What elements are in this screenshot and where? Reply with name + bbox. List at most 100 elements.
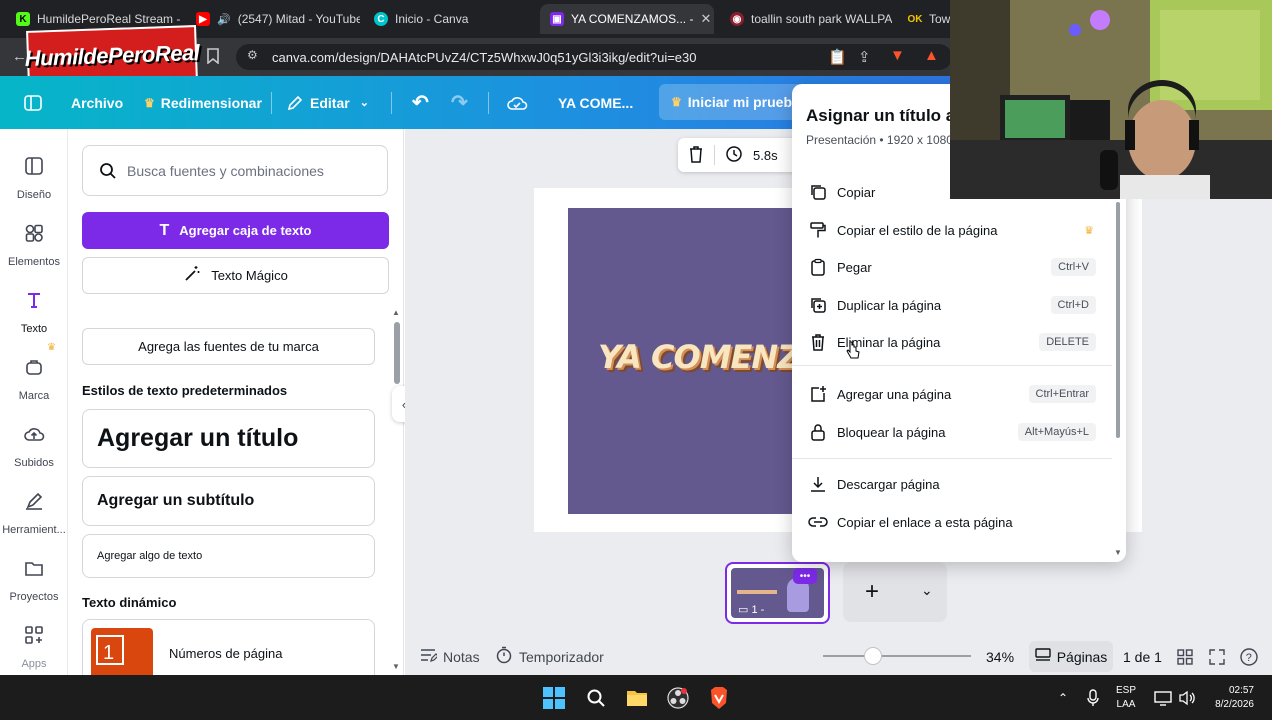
add-title-card[interactable]: Agregar un título [82,409,375,468]
clipboard-icon[interactable]: 📋 [828,48,847,66]
tab-southpark[interactable]: ◉ toallin south park WALLPA [720,6,892,32]
menu-scroll-down-arrow[interactable]: ▼ [1114,548,1122,557]
share-icon[interactable]: ⇪ [858,48,871,66]
scroll-up-arrow[interactable]: ▲ [392,308,400,317]
brave-browser-icon[interactable] [706,685,732,711]
stream-logo-text: HumildePeroReal [24,39,200,72]
menu-item-agregar-pagina[interactable]: Agregar una página Ctrl+Entrar [792,377,1112,411]
sidebar-toggle-icon[interactable] [24,76,42,129]
archivo-menu[interactable]: Archivo [71,76,123,129]
menu-scrollbar[interactable] [1116,202,1120,438]
editar-menu[interactable]: Editar ⌄ [286,76,369,129]
page-duration[interactable]: 5.8s [753,148,778,163]
crown-icon: ♛ [1084,224,1094,237]
link-icon [808,512,828,532]
cloud-upload-icon [17,417,51,451]
cloud-sync-icon[interactable] [506,76,528,129]
network-icon[interactable] [1150,685,1176,711]
brave-shields-icon[interactable]: ▼ [890,47,905,64]
start-trial-button[interactable]: ♛ Iniciar mi prueb. [659,84,809,120]
brand-fonts-button[interactable]: Agrega las fuentes de tu marca [82,328,375,365]
menu-item-eliminar[interactable]: Eliminar la página DELETE [792,325,1112,359]
menu-item-copiar-estilo[interactable]: Copiar el estilo de la página ♛ [792,213,1112,247]
help-icon[interactable]: ? [1240,638,1258,675]
add-body-card[interactable]: Agregar algo de texto [82,534,375,578]
rail-item-texto[interactable]: Texto [0,283,68,335]
menu-item-pegar[interactable]: Pegar Ctrl+V [792,250,1112,284]
rail-label: Herramient... [2,524,66,536]
search-icon[interactable] [583,685,609,711]
windows-taskbar: ⌃ ESP LAA 02:57 8/2/2026 [0,675,1272,720]
tools-icon [17,484,51,518]
rail-label: Texto [20,323,48,335]
undo-icon[interactable]: ↶ [412,76,429,129]
tab-canva-home[interactable]: C Inicio - Canva [364,6,536,32]
timer-icon[interactable] [725,145,743,166]
plus-icon[interactable]: + [865,578,879,606]
chevron-up-icon[interactable]: ⌃ [1050,685,1076,711]
design-title[interactable]: YA COME... [558,76,633,129]
windows-start-icon[interactable] [541,685,567,711]
grid-view-icon[interactable] [1177,638,1193,675]
rail-item-marca[interactable]: ♛ Marca [0,342,68,402]
shapes-icon [17,216,51,250]
zoom-slider-track[interactable] [823,655,971,657]
obs-icon[interactable] [665,685,691,711]
rail-item-subidos[interactable]: Subidos [0,417,68,469]
close-tab-icon[interactable]: ✕ [700,11,711,27]
rail-item-elementos[interactable]: Elementos [0,216,68,268]
file-explorer-icon[interactable] [624,685,650,711]
layout-icon [17,149,51,183]
redimensionar-button[interactable]: ♛ Redimensionar [144,76,262,129]
tab-tow[interactable]: OK Tow [898,6,958,32]
bookmark-icon[interactable] [207,48,219,68]
zoom-slider-handle[interactable] [864,647,882,665]
start-trial-label: Iniciar mi prueb. [687,94,796,110]
rail-item-proyectos[interactable]: Proyectos [0,551,68,603]
brave-rewards-icon[interactable]: ▲ [924,47,939,64]
timer-button[interactable]: Temporizador [495,638,604,675]
site-settings-icon[interactable]: ⚙ [247,48,258,62]
menu-item-label: Agregar una página [837,386,952,402]
search-icon [99,162,117,185]
rail-item-apps[interactable]: Apps [0,618,68,670]
chevron-down-icon[interactable]: ⌄ [921,582,933,599]
menu-item-bloquear[interactable]: Bloquear la página Alt+Mayús+L [792,415,1112,449]
volume-icon[interactable] [1174,685,1200,711]
menu-title[interactable]: Asignar un título a [806,106,955,126]
menu-divider [792,365,1112,366]
tab-youtube[interactable]: ▶ 🔊 (2547) Mitad - YouTube [186,6,360,32]
magic-text-button[interactable]: Texto Mágico [82,257,389,294]
tab-canva-design[interactable]: ▣ YA COMENZAMOS... - ✕ [540,4,714,34]
download-icon [808,474,828,494]
fullscreen-icon[interactable] [1209,638,1225,675]
notes-button[interactable]: Notas [419,638,480,675]
menu-item-duplicar[interactable]: Duplicar la página Ctrl+D [792,288,1112,322]
youtube-icon: ▶ [196,12,210,26]
rail-label: Proyectos [9,591,59,603]
ok-icon: OK [907,12,923,26]
rail-item-herramientas[interactable]: Herramient... [0,484,68,536]
add-text-box-button[interactable]: T Agregar caja de texto [82,212,389,249]
add-subtitle-card[interactable]: Agregar un subtítulo [82,476,375,526]
microphone-icon[interactable] [1080,685,1106,711]
scroll-down-arrow[interactable]: ▼ [392,662,400,671]
pages-button[interactable]: Páginas [1029,641,1113,672]
menu-item-descargar[interactable]: Descargar página [792,467,1112,501]
speaker-icon: 🔊 [217,13,231,26]
rail-item-diseno[interactable]: Diseño [0,149,68,201]
zoom-level[interactable]: 34% [986,638,1014,675]
trash-icon[interactable] [688,145,704,166]
system-clock[interactable]: 02:57 8/2/2026 [1200,684,1254,712]
menu-item-copiar-enlace[interactable]: Copiar el enlace a esta página [792,505,1112,539]
font-search-input[interactable]: Busca fuentes y combinaciones [82,145,388,196]
panel-scrollbar[interactable] [394,322,400,384]
page-numbers-card[interactable]: 1 Números de página [82,619,375,675]
page-more-options-button[interactable]: ••• [793,568,817,584]
menu-item-label: Pegar [837,259,872,275]
rail-label: Elementos [8,256,60,268]
thumbnail-page-number-text: 1 - [751,604,765,616]
language-indicator[interactable]: ESP LAA [1116,684,1136,712]
clock-time: 02:57 [1228,685,1254,696]
redo-icon[interactable]: ↷ [451,76,468,129]
